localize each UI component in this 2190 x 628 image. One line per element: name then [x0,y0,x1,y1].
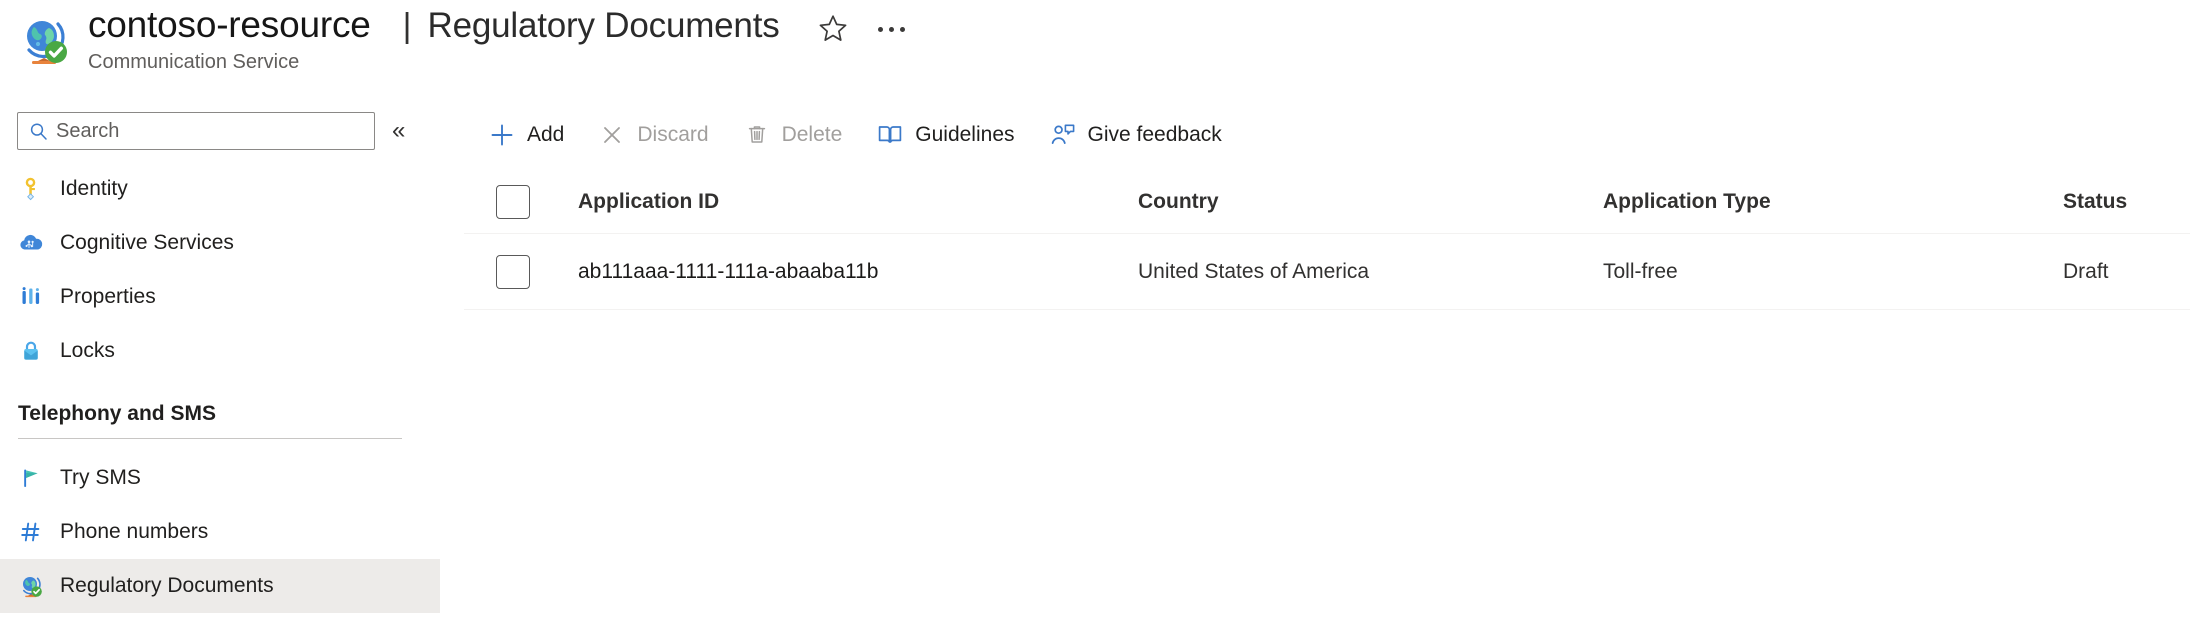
page-title: Regulatory Documents [427,6,780,45]
star-icon[interactable] [816,12,850,46]
column-header-application-type[interactable]: Application Type [1603,189,2063,215]
resource-subtitle: Communication Service [88,51,300,73]
cell-status: Draft [2063,259,2109,283]
resource-name: contoso-resource [88,4,371,45]
sidebar-item-phone-numbers[interactable]: Phone numbers [0,505,440,559]
lock-icon [18,338,44,364]
sidebar-item-label: Try SMS [60,466,141,489]
delete-button[interactable]: Delete [733,111,853,159]
page-header: contoso-resource | Regulatory Documents … [0,0,2190,92]
command-toolbar: Add Discard Delete Guidelines Give feedb… [464,100,2190,154]
give-feedback-button-label: Give feedback [1087,123,1222,146]
content-pane: Add Discard Delete Guidelines Give feedb… [464,100,2190,628]
cell-application-id: ab111aaa-1111-111a-abaaba11b [578,259,879,283]
sidebar-item-try-sms[interactable]: Try SMS [0,451,440,505]
properties-bars-icon [18,284,44,310]
guidelines-button[interactable]: Guidelines [866,111,1024,159]
discard-button-label: Discard [637,123,709,146]
close-x-icon [598,121,626,149]
table-row[interactable]: ab111aaa-1111-111a-abaaba11b United Stat… [464,234,2190,310]
search-icon [29,122,48,141]
title-separator: | [402,7,412,45]
cloud-brain-icon [18,230,44,256]
guidelines-button-label: Guidelines [915,123,1015,146]
globe-check-icon [16,12,72,68]
sidebar-section-telephony: Telephony and SMS [0,400,440,439]
person-feedback-icon [1049,121,1077,149]
sidebar-section-divider [18,438,402,439]
key-icon [18,176,44,202]
row-checkbox[interactable] [496,254,530,289]
sidebar-item-label: Phone numbers [60,520,209,543]
table-header-row: Application ID Country Application Type … [464,170,2190,234]
sidebar-item-regulatory-documents[interactable]: Regulatory Documents [0,559,440,613]
add-button-label: Add [527,123,565,146]
sidebar: « Identity [0,100,440,628]
cell-country: United States of America [1138,259,1370,283]
column-header-application-id[interactable]: Application ID [578,189,1138,215]
sidebar-item-cognitive-services[interactable]: Cognitive Services [0,216,440,270]
sidebar-search-row: « [17,112,422,150]
chevron-double-left-icon[interactable]: « [392,119,405,143]
flag-icon [18,465,44,491]
sidebar-item-label: Identity [60,177,128,200]
sidebar-section-title: Telephony and SMS [18,402,216,425]
search-box[interactable] [17,112,375,150]
sidebar-item-label: Properties [60,285,156,308]
book-icon [876,121,904,149]
sidebar-item-label: Regulatory Documents [60,574,274,597]
add-button[interactable]: Add [478,111,574,159]
trash-icon [743,121,771,149]
cell-application-type: Toll-free [1603,259,1678,283]
give-feedback-button[interactable]: Give feedback [1039,111,1232,159]
header-title-block: contoso-resource | Regulatory Documents … [88,2,912,75]
ellipsis-icon[interactable] [872,12,912,46]
sidebar-item-label: Cognitive Services [60,231,234,254]
delete-button-label: Delete [781,123,843,146]
search-input[interactable] [56,119,356,143]
select-all-checkbox[interactable] [496,184,530,219]
sidebar-nav: Identity Cognitive Services Properties L… [0,162,440,613]
column-header-status[interactable]: Status [2063,189,2183,215]
plus-icon [488,121,516,149]
sidebar-item-identity[interactable]: Identity [0,162,440,216]
hash-icon [18,519,44,545]
sidebar-item-properties[interactable]: Properties [0,270,440,324]
regulatory-documents-table: Application ID Country Application Type … [464,170,2190,310]
discard-button[interactable]: Discard [588,111,718,159]
column-header-country[interactable]: Country [1138,189,1603,215]
sidebar-item-locks[interactable]: Locks [0,324,440,378]
select-all-cell [464,184,578,219]
globe-check-icon [18,573,44,599]
sidebar-item-label: Locks [60,339,115,362]
row-select-cell [464,254,578,289]
